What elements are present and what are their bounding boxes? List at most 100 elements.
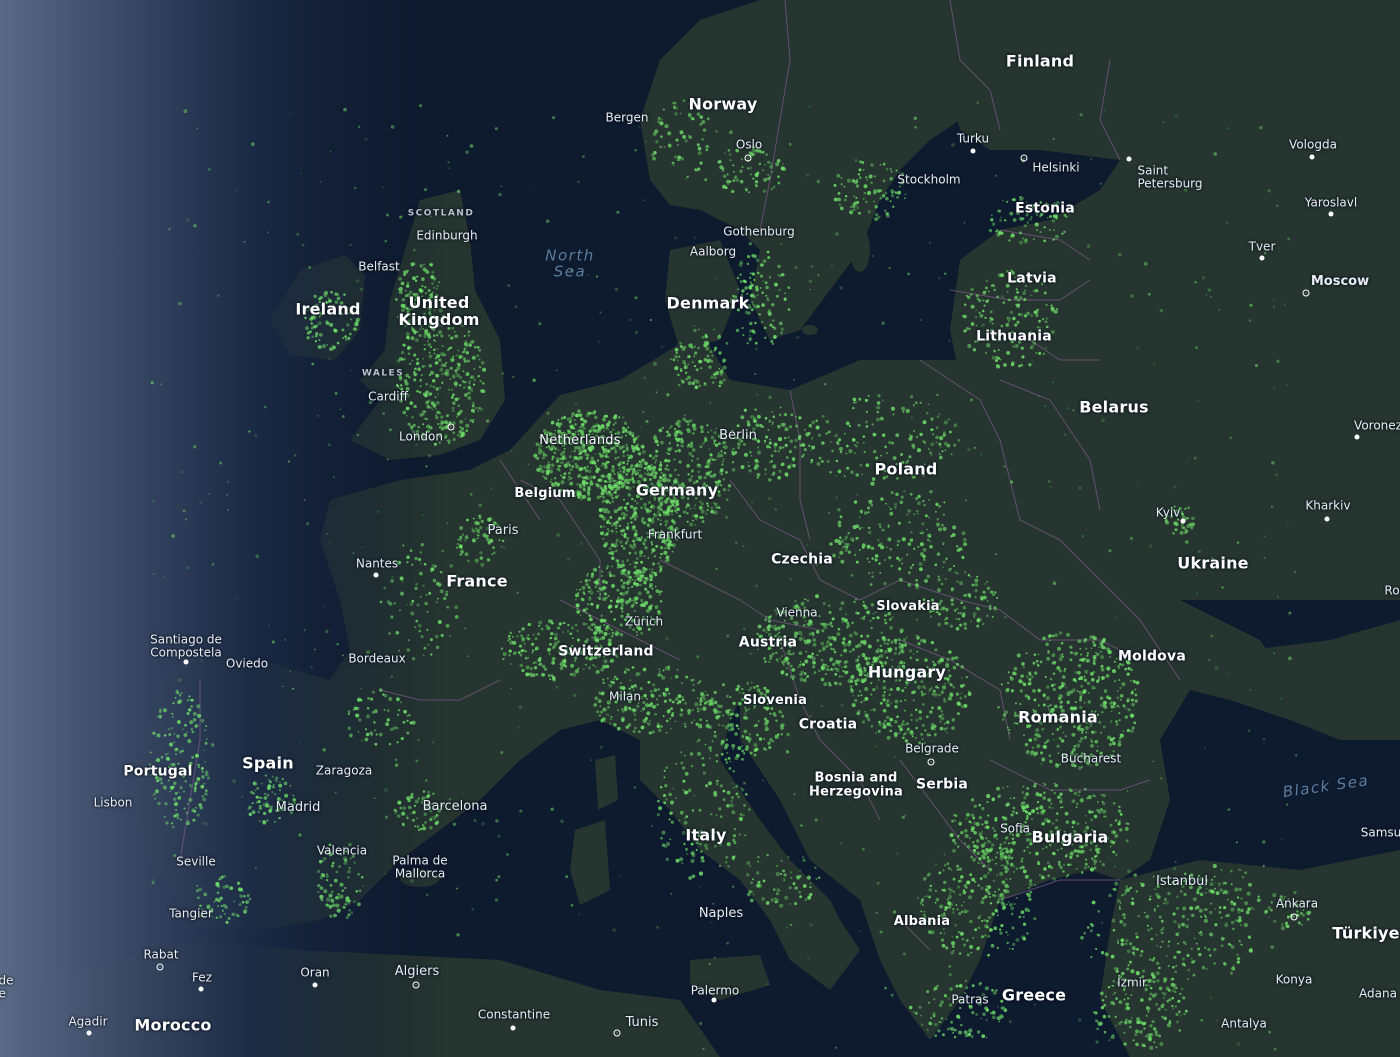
activity-dot <box>774 734 779 739</box>
activity-dot <box>646 711 651 716</box>
activity-dot <box>821 460 824 463</box>
activity-dot <box>603 429 605 432</box>
activity-dot <box>960 831 964 835</box>
activity-dot <box>1005 849 1010 854</box>
activity-dot <box>848 633 853 638</box>
activity-dot <box>617 644 621 648</box>
activity-dot <box>1114 819 1118 822</box>
activity-dot <box>753 704 756 708</box>
activity-dot <box>663 547 667 550</box>
activity-dot <box>1114 680 1116 682</box>
activity-dot <box>1113 830 1117 834</box>
activity-dot <box>512 640 517 645</box>
activity-dot <box>1041 822 1046 826</box>
activity-dot <box>1058 863 1061 867</box>
activity-dot <box>1007 842 1010 845</box>
activity-dot <box>452 409 455 413</box>
activity-dot <box>666 506 671 511</box>
activity-dot <box>619 686 623 690</box>
activity-dot <box>1141 1043 1145 1047</box>
activity-dot <box>803 624 806 627</box>
activity-dot <box>1123 998 1126 1001</box>
activity-dot <box>657 673 661 677</box>
activity-dot <box>576 610 580 614</box>
activity-dot <box>410 428 413 431</box>
activity-dot <box>577 429 581 433</box>
activity-dot <box>867 511 870 514</box>
activity-dot <box>1004 822 1008 826</box>
activity-dot <box>430 275 435 279</box>
activity-dot <box>668 441 671 444</box>
activity-dot <box>1040 836 1044 840</box>
activity-dot <box>333 346 336 350</box>
activity-dot <box>617 562 620 565</box>
activity-dot <box>827 635 831 640</box>
activity-dot <box>1036 800 1040 804</box>
activity-dot <box>1070 721 1074 724</box>
activity-dot <box>965 817 968 820</box>
activity-dot <box>848 449 853 454</box>
activity-dot <box>1197 874 1201 877</box>
activity-dot <box>555 457 560 461</box>
activity-dot <box>535 442 540 447</box>
activity-dot <box>1204 891 1207 894</box>
activity-dot <box>600 614 604 618</box>
activity-dot <box>1013 903 1016 905</box>
activity-dot <box>625 434 628 437</box>
activity-dot <box>806 623 810 626</box>
activity-dot <box>929 734 931 737</box>
activity-dot <box>1008 947 1011 950</box>
activity-dot <box>407 338 410 341</box>
activity-dot <box>561 457 565 461</box>
activity-dot <box>1107 650 1112 655</box>
activity-dot <box>1055 819 1058 822</box>
activity-dot <box>593 635 597 639</box>
activity-dot <box>1070 832 1072 835</box>
activity-dot <box>613 437 616 441</box>
activity-dot <box>1083 675 1086 678</box>
activity-dot <box>910 731 914 736</box>
activity-dot <box>821 414 825 418</box>
activity-dot <box>611 631 615 635</box>
activity-dot <box>1042 695 1045 698</box>
activity-dot <box>1012 671 1016 676</box>
activity-dot <box>700 708 703 711</box>
activity-dot <box>629 516 633 520</box>
activity-dot <box>1155 971 1160 976</box>
activity-dot <box>1163 1016 1167 1021</box>
activity-dot <box>595 631 599 634</box>
activity-dot <box>928 895 932 899</box>
activity-dot <box>589 588 592 591</box>
activity-dot <box>617 709 620 712</box>
activity-dot <box>770 707 774 710</box>
activity-dot <box>622 564 625 567</box>
activity-dot <box>424 292 428 295</box>
activity-dot <box>606 425 609 428</box>
activity-dot <box>1053 704 1058 709</box>
activity-dot <box>1060 798 1063 800</box>
activity-dot <box>633 518 637 521</box>
activity-dot <box>763 706 767 710</box>
activity-dot <box>559 488 563 493</box>
activity-dot <box>550 442 553 445</box>
activity-dot <box>811 445 816 450</box>
activity-dot <box>441 426 446 431</box>
activity-dot <box>1028 879 1033 883</box>
activity-dot <box>943 501 946 504</box>
activity-dot <box>876 417 880 422</box>
activity-dot <box>1240 908 1244 913</box>
activity-dot <box>662 715 665 718</box>
activity-dot <box>1015 937 1020 942</box>
activity-dot <box>1121 894 1124 897</box>
activity-dot <box>1112 1002 1116 1006</box>
activity-dot <box>1042 847 1044 850</box>
activity-dot <box>715 715 720 720</box>
activity-dot <box>1035 728 1040 733</box>
activity-dot <box>1144 1035 1147 1038</box>
activity-dot <box>713 431 717 435</box>
activity-dot <box>674 720 677 723</box>
activity-dot <box>602 474 605 477</box>
activity-dot <box>632 440 636 444</box>
activity-dot <box>1095 652 1100 657</box>
map-canvas[interactable]: Norway Finland Estonia Latvia Lithuania … <box>0 0 1400 1057</box>
